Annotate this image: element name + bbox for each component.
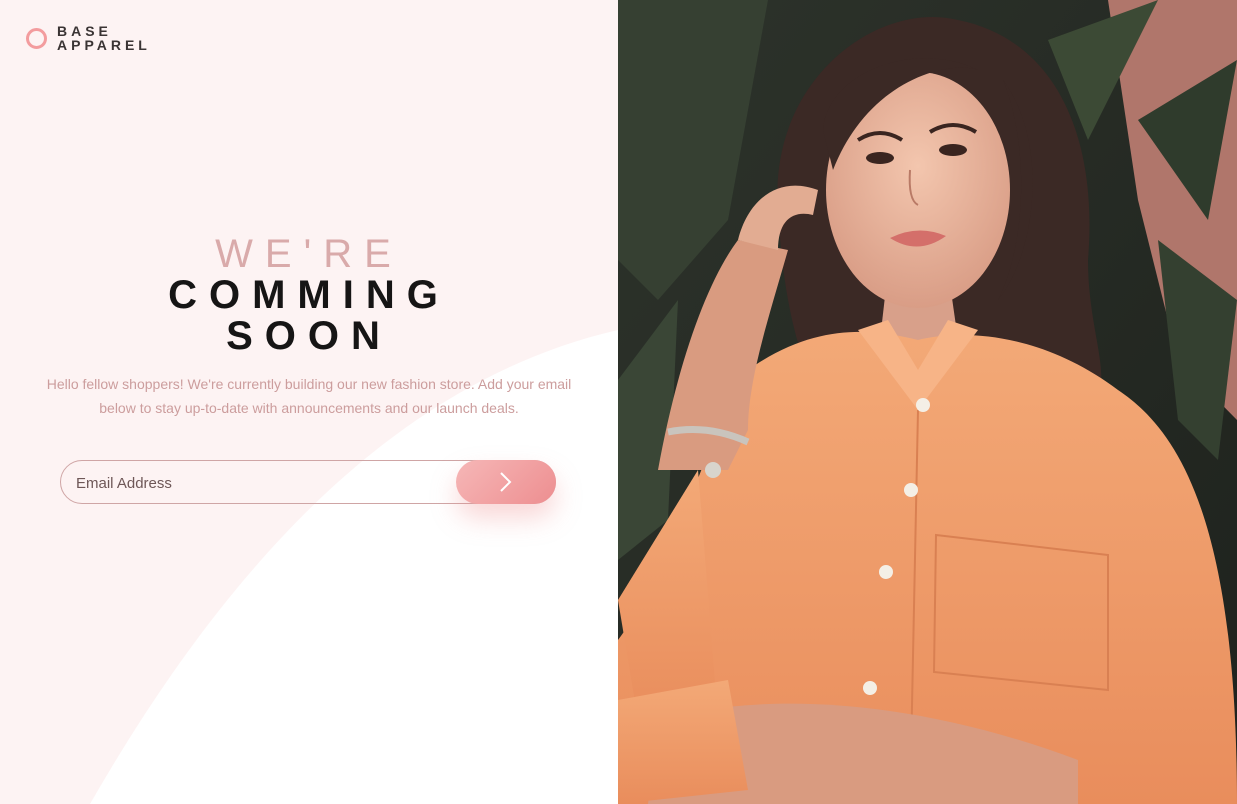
brand-name-line2: APPAREL <box>57 37 151 53</box>
title-dark-line2: SOON <box>226 314 392 358</box>
chevron-right-icon <box>500 472 512 492</box>
email-input[interactable] <box>74 461 448 505</box>
brand-logo[interactable]: BASE APPAREL <box>26 24 151 52</box>
title-dark-line1: COMMING <box>168 273 450 317</box>
hero-photo <box>618 0 1237 804</box>
brand-name: BASE APPAREL <box>57 24 151 52</box>
ring-logo-icon <box>26 27 47 49</box>
title-light: WE'RE <box>215 232 403 276</box>
page-title: WE'RE COMMING SOON <box>0 234 618 357</box>
content-panel: BASE APPAREL WE'RE COMMING SOON Hello fe… <box>0 0 618 804</box>
signup-form <box>60 460 556 505</box>
intro-text: Hello fellow shoppers! We're currently b… <box>46 376 572 416</box>
hero-photo-illustration <box>618 0 1237 804</box>
submit-button[interactable] <box>456 460 556 504</box>
brand-name-line1: BASE <box>57 23 112 39</box>
